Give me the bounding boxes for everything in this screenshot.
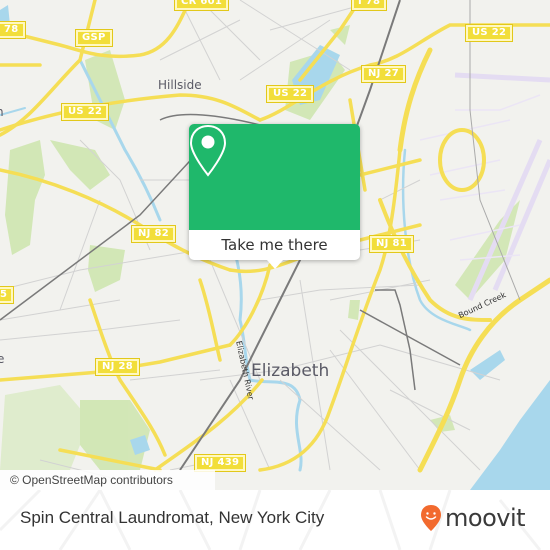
river: [0, 107, 26, 116]
water: [470, 350, 505, 380]
runway: [454, 72, 550, 83]
road-shield-us22-left: US 22: [60, 103, 110, 121]
place-label-partial: e: [0, 352, 5, 366]
road-shield-nj28: NJ 28: [95, 358, 140, 376]
map-attribution[interactable]: © OpenStreetMap contributors: [0, 470, 215, 490]
road-shield-us22-center: US 22: [265, 85, 315, 103]
moovit-wordmark: moovit: [445, 504, 526, 532]
road-shield-i78-top: I 78: [350, 0, 388, 11]
take-me-there-button[interactable]: Take me there: [189, 230, 360, 260]
place-label-elizabeth: Elizabeth: [251, 361, 330, 381]
road-i78: [0, 0, 192, 59]
road-shield-i78: 78: [0, 21, 26, 39]
road-shield-us22-topright: US 22: [464, 24, 514, 42]
popup-pointer: [267, 260, 283, 269]
road-local: [198, 278, 222, 362]
road-shield-cr601: CR 601: [173, 0, 230, 11]
road-shield-left-edge: 5: [0, 286, 15, 304]
map[interactable]: 78 GSP CR 601 I 78 US 22 NJ 27 US 22 US …: [0, 0, 550, 490]
bound-creek: [401, 148, 472, 332]
road-shield-nj27: NJ 27: [361, 65, 406, 83]
location-popup[interactable]: Take me there: [189, 124, 360, 269]
place-label-partial: n: [0, 105, 4, 119]
bay: [470, 380, 550, 490]
railroad: [359, 309, 461, 366]
moovit-logo[interactable]: moovit: [420, 503, 526, 533]
place-label-hillside: Hillside: [158, 78, 202, 92]
place-title: Spin Central Laundromat, New York City: [20, 508, 325, 527]
park-area: [348, 300, 360, 320]
park-area: [50, 140, 110, 190]
moovit-smile-pin-icon: [421, 505, 441, 531]
railroad: [375, 289, 416, 391]
park-area: [5, 140, 45, 255]
footer: Spin Central Laundromat, New York City m…: [0, 490, 550, 550]
park-area: [88, 245, 125, 292]
road-shield-nj439: NJ 439: [193, 454, 247, 472]
road-nj-turnpike: [397, 47, 433, 153]
park-area: [0, 385, 90, 470]
road-shield-gsp: GSP: [75, 29, 113, 47]
road-shield-nj81: NJ 81: [369, 235, 414, 253]
road-shield-nj82: NJ 82: [131, 225, 176, 243]
map-pin-icon: [189, 124, 227, 177]
